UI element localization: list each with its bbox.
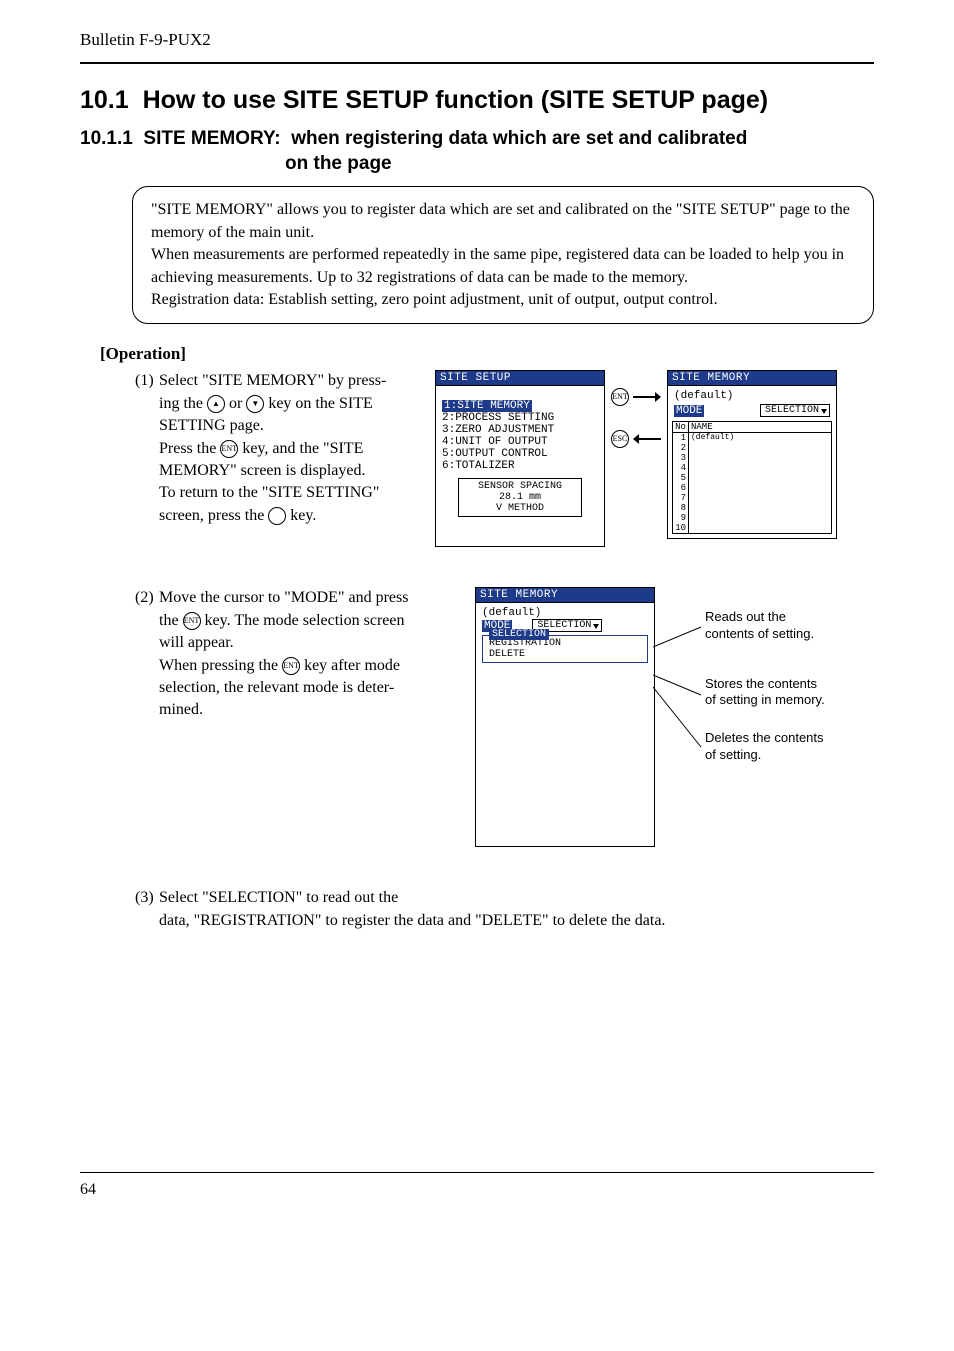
step1-line: MEMORY" screen is displayed. (159, 462, 366, 479)
list-row-num: 7 (673, 493, 689, 503)
lcd-site-memory: SITE MEMORY (default) MODE SELECTION No … (667, 370, 837, 539)
info-p2: When measurements are performed repeated… (151, 244, 855, 289)
lcd-selection-dropdown: SELECTION (760, 404, 830, 417)
lcd-menu-item: 3:ZERO ADJUSTMENT (442, 424, 598, 436)
subsection-number: 10.1.1 (80, 128, 133, 149)
list-row-num: 10 (673, 523, 689, 533)
step3-num: (3) (135, 887, 159, 909)
lcd-memory-list: No NAME 1(default) 2 3 4 5 6 7 8 9 10 (672, 421, 832, 534)
list-row-num: 3 (673, 453, 689, 463)
arrow-right-icon (633, 391, 661, 403)
subsection-cont: when registering data which are set and … (291, 128, 747, 149)
page-number: 64 (80, 1181, 874, 1199)
list-row-num: 1 (673, 433, 689, 443)
lcd-title: SITE SETUP (436, 371, 604, 386)
step1-line: To return to the "SITE SETTING" (159, 484, 379, 501)
lcd-menu-item: 2:PROCESS SETTING (442, 412, 598, 424)
arrow-column: ENT ESC (611, 370, 661, 448)
step1-line: key, and the "SITE (238, 440, 363, 457)
list-row-val: (default) (689, 433, 831, 443)
ent-key-icon: ENT (611, 388, 629, 406)
list-header-no: No (673, 422, 689, 432)
info-p1: "SITE MEMORY" allows you to register dat… (151, 199, 855, 244)
lcd-menu-item: 1:SITE MEMORY (442, 400, 532, 412)
step-1: (1) Select "SITE MEMORY" by press- ing t… (135, 370, 874, 547)
lcd-sensor-line: 28.1 mm (459, 492, 581, 503)
lcd-mode-label: MODE (674, 405, 704, 417)
step3-line: Select "SELECTION" to read out the (159, 889, 398, 906)
lcd-default: (default) (674, 390, 830, 402)
step1-line: key. (286, 507, 316, 524)
step2-line: When pressing the (159, 657, 282, 674)
step2-line: key. The mode selection screen (201, 612, 405, 629)
lcd-sensor-box: SENSOR SPACING 28.1 mm V METHOD (458, 478, 582, 517)
section-heading: How to use SITE SETUP function (SITE SET… (143, 86, 769, 114)
lcd-sensor-line: V METHOD (459, 503, 581, 514)
lcd-title: SITE MEMORY (476, 588, 654, 603)
list-header-name: NAME (689, 422, 831, 432)
list-row-num: 4 (673, 463, 689, 473)
section-title: 10.1 How to use SITE SETUP function (SIT… (80, 86, 874, 115)
lcd-mode-menu: SELECTION REGISTRATION DELETE (482, 635, 648, 663)
blank-key-icon (268, 507, 286, 525)
lcd-site-setup: SITE SETUP 1:SITE MEMORY 2:PROCESS SETTI… (435, 370, 605, 547)
step2-line: the (159, 612, 183, 629)
callout-delete: Deletes the contentsof setting. (705, 730, 865, 763)
subsection-title: 10.1.1 SITE MEMORY: when registering dat… (80, 127, 874, 176)
ent-key-icon: ENT (282, 657, 300, 675)
section-number: 10.1 (80, 86, 129, 114)
step1-line: screen, press the (159, 507, 268, 524)
step-3: (3)Select "SELECTION" to read out the da… (135, 887, 874, 932)
list-row-num: 5 (673, 473, 689, 483)
footer-rule (80, 1172, 874, 1173)
header-rule (80, 62, 874, 64)
step1-line: or (225, 395, 246, 412)
subsection-label: SITE MEMORY: (143, 128, 280, 149)
menu-item-delete: DELETE (487, 649, 643, 660)
subsection-cont2: on the page (80, 152, 874, 177)
bulletin-id: Bulletin F-9-PUX2 (80, 30, 874, 50)
lcd-title: SITE MEMORY (668, 371, 836, 386)
step1-line: key on the SITE (264, 395, 372, 412)
list-row-num: 6 (673, 483, 689, 493)
list-row-num: 2 (673, 443, 689, 453)
step2-line: mined. (159, 701, 203, 718)
lcd-sensor-line: SENSOR SPACING (459, 481, 581, 492)
step-2: (2) Move the cursor to "MODE" and press … (135, 587, 874, 847)
lcd-menu-item: 5:OUTPUT CONTROL (442, 448, 598, 460)
arrow-left-icon (633, 433, 661, 445)
step1-line: Select "SITE MEMORY" by press- (159, 372, 386, 389)
step2-line: will appear. (159, 634, 234, 651)
ent-key-icon: ENT (183, 612, 201, 630)
lcd-menu-item: 4:UNIT OF OUTPUT (442, 436, 598, 448)
info-p3: Registration data: Establish setting, ze… (151, 289, 855, 311)
callout-selection: Reads out thecontents of setting. (705, 609, 865, 642)
step1-line: ing the (159, 395, 207, 412)
step1-num: (1) (135, 370, 159, 392)
lcd-default: (default) (476, 603, 654, 619)
step2-num: (2) (135, 587, 159, 609)
list-row-num: 8 (673, 503, 689, 513)
info-box: "SITE MEMORY" allows you to register dat… (132, 186, 874, 324)
step2-line: selection, the relevant mode is deter- (159, 679, 394, 696)
down-arrow-icon: ▼ (246, 395, 264, 413)
lcd-menu-item: 6:TOTALIZER (442, 460, 598, 472)
esc-key-icon: ESC (611, 430, 629, 448)
lcd-mode-select: SITE MEMORY (default) MODE SELECTION SEL… (475, 587, 655, 847)
callout-registration: Stores the contentsof setting in memory. (705, 676, 865, 709)
ent-key-icon: ENT (220, 440, 238, 458)
menu-title-selection: SELECTION (489, 629, 549, 640)
up-arrow-icon: ▲ (207, 395, 225, 413)
operation-heading: [Operation] (100, 344, 874, 364)
step1-line: SETTING page. (159, 417, 264, 434)
step3-line: data, "REGISTRATION" to register the dat… (159, 912, 665, 929)
list-row-num: 9 (673, 513, 689, 523)
step1-line: Press the (159, 440, 220, 457)
step2-line: key after mode (300, 657, 400, 674)
step2-line: Move the cursor to "MODE" and press (159, 589, 408, 606)
